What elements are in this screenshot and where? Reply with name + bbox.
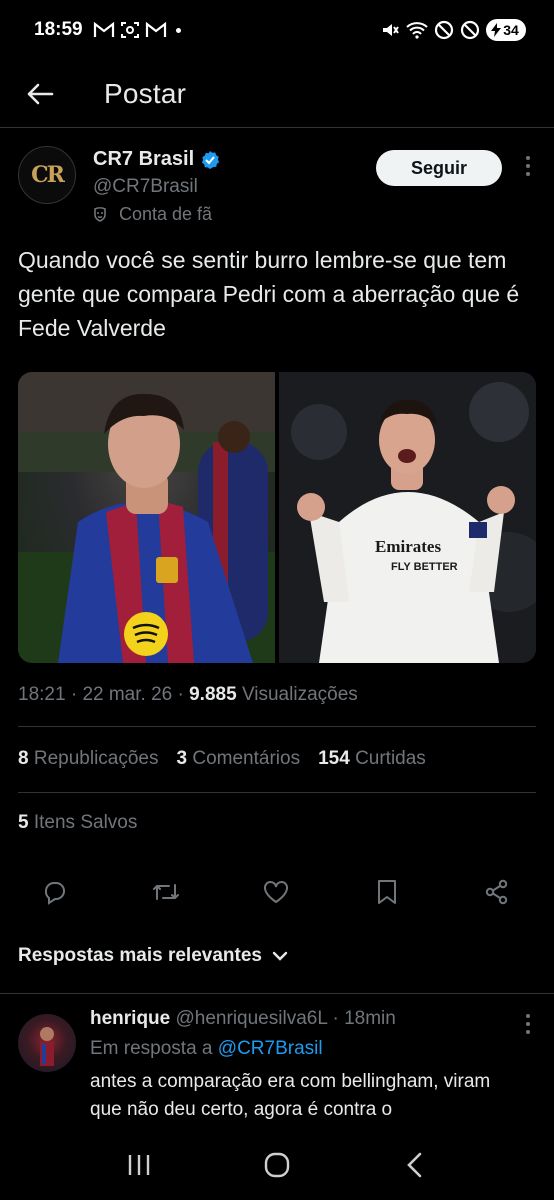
engagement-stats: 8 Republicações 3 Comentários 154 Curtid… bbox=[18, 748, 426, 770]
recent-apps-button[interactable] bbox=[109, 1140, 169, 1190]
arrow-left-icon bbox=[27, 83, 54, 104]
fan-account-label: Conta de fã bbox=[93, 204, 212, 225]
author-handle[interactable]: @CR7Brasil bbox=[93, 176, 198, 198]
divider bbox=[18, 792, 536, 793]
reply-author-name[interactable]: henrique bbox=[90, 1008, 170, 1029]
valverde-photo-illustration: Emirates FLY BETTER bbox=[279, 372, 536, 663]
theater-mask-icon bbox=[94, 206, 106, 222]
like-button[interactable] bbox=[259, 875, 293, 909]
status-time: 18:59 bbox=[34, 19, 83, 40]
saves-count: 5 bbox=[18, 812, 29, 833]
battery-level: 34 bbox=[503, 22, 519, 38]
avatar-logo: CR bbox=[31, 162, 65, 188]
likes-count: 154 bbox=[318, 748, 350, 769]
notification-icons bbox=[93, 21, 181, 39]
reposts-count: 8 bbox=[18, 748, 29, 769]
home-icon bbox=[264, 1152, 290, 1178]
repost-button[interactable] bbox=[149, 875, 183, 909]
share-button[interactable] bbox=[480, 875, 514, 909]
reposts-label: Republicações bbox=[33, 748, 159, 769]
no-signal-icon bbox=[460, 20, 480, 40]
back-button[interactable] bbox=[0, 60, 80, 128]
reply-button[interactable] bbox=[38, 875, 72, 909]
repost-icon bbox=[152, 884, 179, 900]
pedri-photo[interactable] bbox=[18, 372, 275, 663]
reply-avatar-illustration bbox=[40, 1027, 54, 1066]
reply-item[interactable]: henrique @henriquesilva6L · 18min Em res… bbox=[0, 1000, 554, 1130]
reply-text: antes a comparação era com bellingham, v… bbox=[90, 1071, 491, 1120]
fly-better-text: FLY BETTER bbox=[391, 561, 458, 573]
status-bar: 18:59 34 bbox=[0, 0, 554, 60]
reply-author-avatar[interactable] bbox=[18, 1014, 76, 1072]
post-media: Emirates FLY BETTER bbox=[18, 372, 536, 663]
post-text: Quando você se sentir burro lembre-se qu… bbox=[18, 247, 520, 341]
gmail-icon bbox=[93, 22, 114, 37]
reply-to-handle-link[interactable]: @CR7Brasil bbox=[218, 1038, 323, 1059]
reply-to-prefix: Em resposta a bbox=[90, 1038, 213, 1059]
post-time: 18:21 bbox=[18, 684, 66, 705]
replies-sort-label: Respostas mais relevantes bbox=[18, 945, 262, 966]
more-notifications-dot bbox=[175, 27, 181, 33]
author-name: CR7 Brasil bbox=[93, 148, 195, 170]
likes-label: Curtidas bbox=[355, 748, 426, 769]
gmail-icon bbox=[145, 22, 166, 37]
verified-badge-icon bbox=[202, 150, 220, 169]
bookmark-button[interactable] bbox=[370, 875, 404, 909]
reply-time: 18min bbox=[344, 1008, 396, 1029]
reply-more-options-button[interactable] bbox=[520, 1014, 536, 1034]
mute-icon bbox=[383, 24, 399, 36]
system-navigation-bar bbox=[0, 1130, 554, 1200]
back-nav-button[interactable] bbox=[385, 1140, 445, 1190]
author-avatar[interactable]: CR bbox=[18, 146, 76, 204]
recent-apps-icon bbox=[128, 1155, 150, 1175]
reply-author-handle[interactable]: @henriquesilva6L bbox=[176, 1008, 328, 1029]
page-title: Postar bbox=[104, 77, 187, 109]
author-name-row[interactable]: CR7 Brasil bbox=[93, 148, 220, 171]
post-action-bar bbox=[18, 870, 536, 914]
comment-icon bbox=[44, 882, 65, 905]
views-count: 9.885 bbox=[189, 684, 237, 705]
divider bbox=[0, 993, 554, 994]
top-app-bar: Postar bbox=[0, 60, 554, 128]
saves-label: Itens Salvos bbox=[33, 812, 138, 833]
heart-icon bbox=[264, 881, 288, 904]
comments-count: 3 bbox=[176, 748, 188, 769]
replies-sort-dropdown[interactable]: Respostas mais relevantes bbox=[18, 945, 288, 967]
follow-button[interactable]: Seguir bbox=[376, 150, 502, 186]
share-icon bbox=[485, 879, 508, 905]
chevron-down-icon bbox=[272, 951, 288, 961]
comments-label: Comentários bbox=[192, 748, 301, 769]
fan-account-text: Conta de fã bbox=[119, 204, 213, 224]
reply-context: Em resposta a @CR7Brasil bbox=[90, 1038, 323, 1060]
wifi-icon bbox=[406, 22, 428, 39]
emirates-sponsor-text: Emirates bbox=[375, 537, 441, 556]
comments-stat[interactable]: 3 Comentários bbox=[177, 748, 301, 770]
reply-author-line: henrique @henriquesilva6L · 18min bbox=[90, 1008, 396, 1029]
do-not-disturb-icon bbox=[434, 20, 454, 40]
battery-indicator: 34 bbox=[486, 19, 526, 41]
post-date: 22 mar. 26 bbox=[82, 684, 173, 705]
post-meta: 18:21 · 22 mar. 26 · 9.885 Visualizações bbox=[18, 684, 358, 705]
post-more-options-button[interactable] bbox=[520, 156, 536, 176]
saves-stat[interactable]: 5 Itens Salvos bbox=[18, 812, 137, 834]
home-button[interactable] bbox=[247, 1140, 307, 1190]
pedri-photo-illustration bbox=[18, 372, 275, 663]
chevron-left-icon bbox=[407, 1152, 422, 1178]
valverde-photo[interactable]: Emirates FLY BETTER bbox=[279, 372, 536, 663]
screenshot-icon bbox=[120, 22, 139, 38]
views-label[interactable]: Visualizações bbox=[242, 684, 358, 705]
charging-icon bbox=[491, 23, 502, 37]
divider bbox=[18, 726, 536, 727]
likes-stat[interactable]: 154 Curtidas bbox=[318, 748, 426, 770]
reposts-stat[interactable]: 8 Republicações bbox=[18, 748, 159, 770]
post-header: CR CR7 Brasil @CR7Brasil Conta de fã Seg… bbox=[18, 140, 536, 230]
bookmark-icon bbox=[377, 880, 396, 904]
system-status-icons: 34 bbox=[380, 19, 526, 41]
